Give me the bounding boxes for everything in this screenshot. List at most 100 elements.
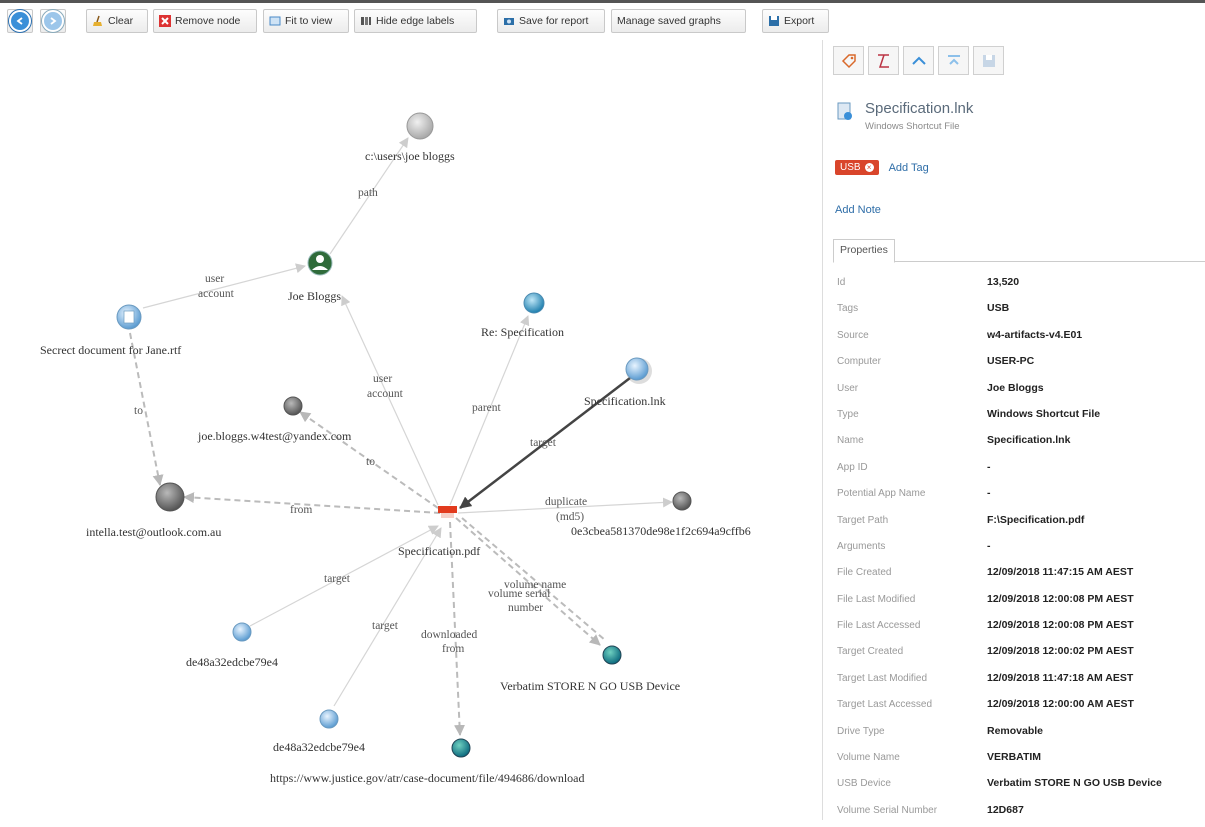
clear-button[interactable]: Clear <box>86 9 148 33</box>
panel-toolbar <box>833 46 1004 76</box>
node-users-path[interactable]: c:\users\joe bloggs <box>365 112 455 163</box>
usb-tag[interactable]: USB × <box>835 160 879 175</box>
remove-node-button[interactable]: Remove node <box>153 9 257 33</box>
tag-button[interactable] <box>833 46 864 75</box>
edge-label-downloaded-a: downloaded <box>421 629 477 641</box>
back-arrow-icon <box>9 10 31 32</box>
save-disk-icon <box>769 16 779 26</box>
property-row: Type Windows Shortcut File <box>837 405 1205 431</box>
node-de48-2[interactable]: de48a32edcbe79e4 <box>273 709 365 754</box>
usb-device-node-icon <box>602 645 622 665</box>
node-joe-bloggs[interactable]: Joe Bloggs <box>288 250 341 303</box>
node-secret-document[interactable]: Secrect document for Jane.rtf <box>40 304 181 357</box>
export-label: Export <box>784 15 815 27</box>
hash-node-icon <box>672 491 692 511</box>
item-title: Specification.lnk <box>865 100 974 117</box>
node-yandex[interactable]: joe.bloggs.w4test@yandex.com <box>197 396 352 443</box>
panel-tabs: Properties <box>833 239 1205 263</box>
broom-icon <box>93 15 102 26</box>
node-usb-device[interactable]: Verbatim STORE N GO USB Device <box>500 645 680 693</box>
save-for-report-label: Save for report <box>519 15 589 27</box>
edge-label-duplicate-b: (md5) <box>556 511 584 523</box>
node-outlook[interactable]: intella.test@outlook.com.au <box>86 482 221 539</box>
property-value: w4-artifacts-v4.E01 <box>987 328 1083 341</box>
property-value: 12D687 <box>987 803 1024 816</box>
annotate-button[interactable] <box>868 46 899 75</box>
edge-label-path: path <box>358 187 378 199</box>
remove-tag-icon[interactable]: × <box>864 163 874 172</box>
window-top-border <box>0 0 1205 3</box>
email-address-node-icon <box>155 482 185 512</box>
property-value: 12/09/2018 12:00:08 PM AEST <box>987 619 1134 632</box>
property-key: Type <box>837 408 859 420</box>
add-note-link[interactable]: Add Note <box>835 204 881 216</box>
property-key: Potential App Name <box>837 488 926 500</box>
node-label-joe-bloggs: Joe Bloggs <box>288 289 341 303</box>
manage-saved-graphs-label: Manage saved graphs <box>617 15 721 27</box>
remove-icon <box>159 15 171 27</box>
edge-user-account-pdf[interactable] <box>341 295 439 506</box>
property-value: 13,520 <box>987 276 1020 288</box>
file-node-icon <box>319 709 339 729</box>
shortcut-node-icon <box>625 357 649 381</box>
property-value: 12/09/2018 12:00:02 PM AEST <box>987 645 1134 658</box>
property-key: Id <box>837 277 846 288</box>
property-row: App ID - <box>837 458 1205 484</box>
item-subtitle: Windows Shortcut File <box>865 121 960 132</box>
property-key: Volume Name <box>837 752 900 764</box>
edge-label-target-1: target <box>530 437 557 449</box>
property-value: Windows Shortcut File <box>987 407 1101 420</box>
graph-canvas[interactable]: path user account user account to to par… <box>0 40 822 820</box>
property-row: Volume Name VERBATIM <box>837 748 1205 774</box>
fit-to-view-label: Fit to view <box>285 15 333 27</box>
node-label-de48-2: de48a32edcbe79e4 <box>273 740 365 754</box>
property-value: - <box>987 487 991 500</box>
tag-icon <box>841 53 856 68</box>
chevron-up-icon <box>911 56 926 65</box>
add-tag-link[interactable]: Add Tag <box>889 162 929 174</box>
node-re-specification[interactable]: Re: Specification <box>481 292 564 339</box>
property-key: Tags <box>837 303 859 315</box>
move-top-button[interactable] <box>938 46 969 75</box>
hide-edge-labels-button[interactable]: Hide edge labels <box>354 9 477 33</box>
forward-arrow-icon <box>42 10 64 32</box>
property-key: Name <box>837 435 864 447</box>
edge-label-account-1b: account <box>198 288 235 300</box>
property-row: File Last Accessed 12/09/2018 12:00:08 PM… <box>837 616 1205 642</box>
node-label-hash: 0e3cbea581370de98e1f2c694a9cffb6 <box>571 524 751 538</box>
property-value: Removable <box>987 724 1044 737</box>
folder-node-icon <box>406 112 434 140</box>
save-for-report-button[interactable]: Save for report <box>497 9 605 33</box>
property-key: Source <box>837 329 869 341</box>
property-value: VERBATIM <box>987 751 1042 764</box>
save-button[interactable] <box>973 46 1004 75</box>
manage-saved-graphs-button[interactable]: Manage saved graphs <box>611 9 746 33</box>
shortcut-file-icon <box>837 102 852 120</box>
fit-to-view-button[interactable]: Fit to view <box>263 9 349 33</box>
property-row: Target Path F:\Specification.pdf <box>837 511 1205 537</box>
details-panel: Specification.lnk Windows Shortcut File … <box>822 40 1205 820</box>
edge-label-volume-serial-b: number <box>508 602 543 614</box>
property-value: - <box>987 539 991 552</box>
property-row: Tags USB <box>837 299 1205 325</box>
tab-properties[interactable]: Properties <box>833 239 895 263</box>
export-button[interactable]: Export <box>762 9 829 33</box>
property-row: Id 13,520 <box>837 273 1205 299</box>
forward-button[interactable] <box>40 9 66 33</box>
edge-label-user-2a: user <box>373 373 392 385</box>
node-de48-1[interactable]: de48a32edcbe79e4 <box>186 622 278 669</box>
edge-label-duplicate-a: duplicate <box>545 496 587 508</box>
property-key: File Last Accessed <box>837 620 921 632</box>
edge-label-user-1a: user <box>205 273 224 285</box>
node-label-specification-pdf: Specification.pdf <box>398 544 480 558</box>
property-value: F:\Specification.pdf <box>987 513 1085 526</box>
pdf-node-icon <box>438 506 457 513</box>
property-value: 12/09/2018 11:47:15 AM AEST <box>987 566 1134 579</box>
back-button[interactable] <box>7 9 33 33</box>
property-key: Target Last Modified <box>837 672 928 684</box>
property-key: Drive Type <box>837 725 885 737</box>
camera-icon <box>504 18 514 25</box>
move-up-button[interactable] <box>903 46 934 75</box>
property-value: Joe Bloggs <box>987 381 1044 394</box>
node-hash[interactable]: 0e3cbea581370de98e1f2c694a9cffb6 <box>571 491 751 538</box>
